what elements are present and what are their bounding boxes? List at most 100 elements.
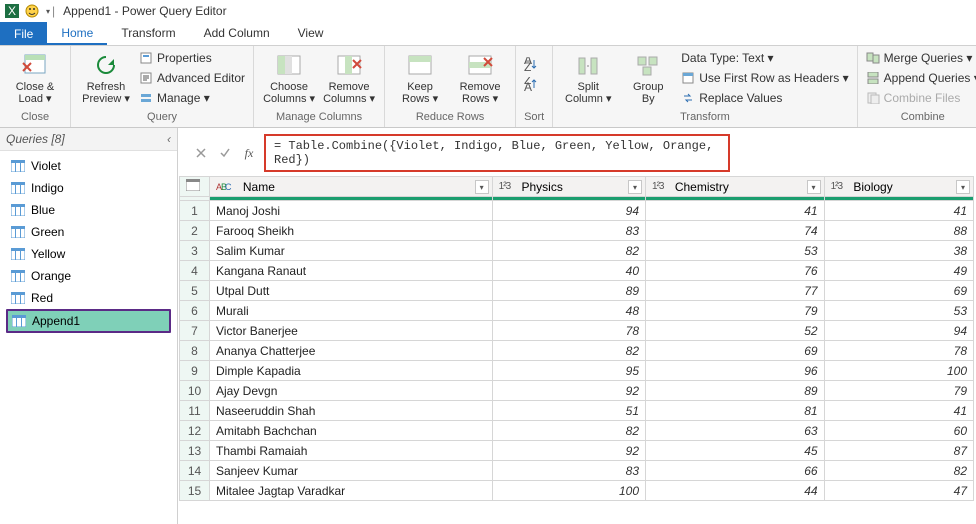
data-type-button[interactable]: Data Type: Text ▾ bbox=[681, 49, 848, 67]
cell-physics[interactable]: 89 bbox=[492, 281, 645, 301]
cell-name[interactable]: Ajay Devgn bbox=[210, 381, 493, 401]
accept-formula-button[interactable] bbox=[216, 144, 234, 162]
table-row[interactable]: 4Kangana Ranaut407649 bbox=[180, 261, 974, 281]
cell-biology[interactable]: 87 bbox=[824, 441, 973, 461]
chevron-left-icon[interactable]: ‹ bbox=[167, 132, 171, 146]
row-number[interactable]: 5 bbox=[180, 281, 210, 301]
cell-name[interactable]: Thambi Ramaiah bbox=[210, 441, 493, 461]
remove-columns-button[interactable]: Remove Columns ▾ bbox=[322, 49, 376, 105]
row-number[interactable]: 15 bbox=[180, 481, 210, 501]
table-row[interactable]: 14Sanjeev Kumar836682 bbox=[180, 461, 974, 481]
cell-chemistry[interactable]: 69 bbox=[646, 341, 825, 361]
cell-chemistry[interactable]: 76 bbox=[646, 261, 825, 281]
cell-biology[interactable]: 82 bbox=[824, 461, 973, 481]
cell-chemistry[interactable]: 79 bbox=[646, 301, 825, 321]
cell-name[interactable]: Kangana Ranaut bbox=[210, 261, 493, 281]
data-grid[interactable]: B Name Physics Chemistry Biology 1Manoj … bbox=[178, 176, 976, 524]
row-number[interactable]: 7 bbox=[180, 321, 210, 341]
cell-physics[interactable]: 83 bbox=[492, 221, 645, 241]
cell-chemistry[interactable]: 44 bbox=[646, 481, 825, 501]
column-filter-button[interactable] bbox=[807, 180, 821, 194]
cell-physics[interactable]: 95 bbox=[492, 361, 645, 381]
row-number[interactable]: 1 bbox=[180, 201, 210, 221]
refresh-preview-button[interactable]: Refresh Preview ▾ bbox=[79, 49, 133, 105]
replace-values-button[interactable]: Replace Values bbox=[681, 89, 848, 107]
cell-biology[interactable]: 49 bbox=[824, 261, 973, 281]
cell-biology[interactable]: 100 bbox=[824, 361, 973, 381]
cell-biology[interactable]: 69 bbox=[824, 281, 973, 301]
keep-rows-button[interactable]: Keep Rows ▾ bbox=[393, 49, 447, 105]
table-row[interactable]: 5Utpal Dutt897769 bbox=[180, 281, 974, 301]
row-number[interactable]: 13 bbox=[180, 441, 210, 461]
group-by-button[interactable]: Group By bbox=[621, 49, 675, 105]
row-number[interactable]: 2 bbox=[180, 221, 210, 241]
formula-input[interactable]: = Table.Combine({Violet, Indigo, Blue, G… bbox=[264, 134, 730, 172]
cell-chemistry[interactable]: 45 bbox=[646, 441, 825, 461]
cell-name[interactable]: Mitalee Jagtap Varadkar bbox=[210, 481, 493, 501]
query-item-indigo[interactable]: Indigo bbox=[6, 177, 171, 199]
cell-physics[interactable]: 40 bbox=[492, 261, 645, 281]
choose-columns-button[interactable]: Choose Columns ▾ bbox=[262, 49, 316, 105]
row-number[interactable]: 14 bbox=[180, 461, 210, 481]
cell-chemistry[interactable]: 53 bbox=[646, 241, 825, 261]
queries-header[interactable]: Queries [8] ‹ bbox=[0, 128, 177, 151]
qat-dropdown-icon[interactable]: ▾ bbox=[46, 7, 50, 16]
cell-biology[interactable]: 79 bbox=[824, 381, 973, 401]
row-number[interactable]: 10 bbox=[180, 381, 210, 401]
table-row[interactable]: 1Manoj Joshi944141 bbox=[180, 201, 974, 221]
cell-name[interactable]: Sanjeev Kumar bbox=[210, 461, 493, 481]
tab-add-column[interactable]: Add Column bbox=[190, 22, 284, 45]
cell-physics[interactable]: 48 bbox=[492, 301, 645, 321]
cell-name[interactable]: Amitabh Bachchan bbox=[210, 421, 493, 441]
query-item-violet[interactable]: Violet bbox=[6, 155, 171, 177]
cell-physics[interactable]: 83 bbox=[492, 461, 645, 481]
cell-biology[interactable]: 88 bbox=[824, 221, 973, 241]
table-row[interactable]: 12Amitabh Bachchan826360 bbox=[180, 421, 974, 441]
close-load-button[interactable]: Close & Load ▾ bbox=[8, 49, 62, 105]
row-number[interactable]: 6 bbox=[180, 301, 210, 321]
cell-biology[interactable]: 94 bbox=[824, 321, 973, 341]
cell-name[interactable]: Salim Kumar bbox=[210, 241, 493, 261]
split-column-button[interactable]: Split Column ▾ bbox=[561, 49, 615, 105]
grid-corner[interactable] bbox=[180, 177, 210, 197]
column-header-physics[interactable]: Physics bbox=[492, 177, 645, 197]
cell-physics[interactable]: 92 bbox=[492, 441, 645, 461]
tab-file[interactable]: File bbox=[0, 22, 47, 45]
table-row[interactable]: 7Victor Banerjee785294 bbox=[180, 321, 974, 341]
cell-physics[interactable]: 51 bbox=[492, 401, 645, 421]
table-row[interactable]: 11Naseeruddin Shah518141 bbox=[180, 401, 974, 421]
cell-chemistry[interactable]: 77 bbox=[646, 281, 825, 301]
cell-physics[interactable]: 82 bbox=[492, 341, 645, 361]
column-header-chemistry[interactable]: Chemistry bbox=[646, 177, 825, 197]
table-row[interactable]: 6Murali487953 bbox=[180, 301, 974, 321]
column-header-name[interactable]: B Name bbox=[210, 177, 493, 197]
merge-queries-button[interactable]: Merge Queries ▾ bbox=[866, 49, 976, 67]
cell-biology[interactable]: 47 bbox=[824, 481, 973, 501]
cell-chemistry[interactable]: 96 bbox=[646, 361, 825, 381]
row-number[interactable]: 11 bbox=[180, 401, 210, 421]
cell-physics[interactable]: 100 bbox=[492, 481, 645, 501]
advanced-editor-button[interactable]: Advanced Editor bbox=[139, 69, 245, 87]
cell-chemistry[interactable]: 74 bbox=[646, 221, 825, 241]
smiley-icon[interactable] bbox=[24, 3, 40, 19]
cell-biology[interactable]: 53 bbox=[824, 301, 973, 321]
table-row[interactable]: 2Farooq Sheikh837488 bbox=[180, 221, 974, 241]
column-filter-button[interactable] bbox=[475, 180, 489, 194]
table-row[interactable]: 3Salim Kumar825338 bbox=[180, 241, 974, 261]
fx-icon[interactable]: fx bbox=[240, 144, 258, 162]
remove-rows-button[interactable]: Remove Rows ▾ bbox=[453, 49, 507, 105]
cell-name[interactable]: Murali bbox=[210, 301, 493, 321]
sort-desc-button[interactable]: ZA bbox=[524, 75, 538, 93]
table-row[interactable]: 10Ajay Devgn928979 bbox=[180, 381, 974, 401]
query-item-green[interactable]: Green bbox=[6, 221, 171, 243]
cell-chemistry[interactable]: 63 bbox=[646, 421, 825, 441]
cell-chemistry[interactable]: 52 bbox=[646, 321, 825, 341]
column-filter-button[interactable] bbox=[628, 180, 642, 194]
append-queries-button[interactable]: Append Queries ▾ bbox=[866, 69, 976, 87]
cell-biology[interactable]: 60 bbox=[824, 421, 973, 441]
row-number[interactable]: 3 bbox=[180, 241, 210, 261]
row-number[interactable]: 8 bbox=[180, 341, 210, 361]
tab-home[interactable]: Home bbox=[47, 22, 107, 45]
properties-button[interactable]: Properties bbox=[139, 49, 245, 67]
sort-asc-button[interactable]: AZ bbox=[524, 55, 538, 73]
